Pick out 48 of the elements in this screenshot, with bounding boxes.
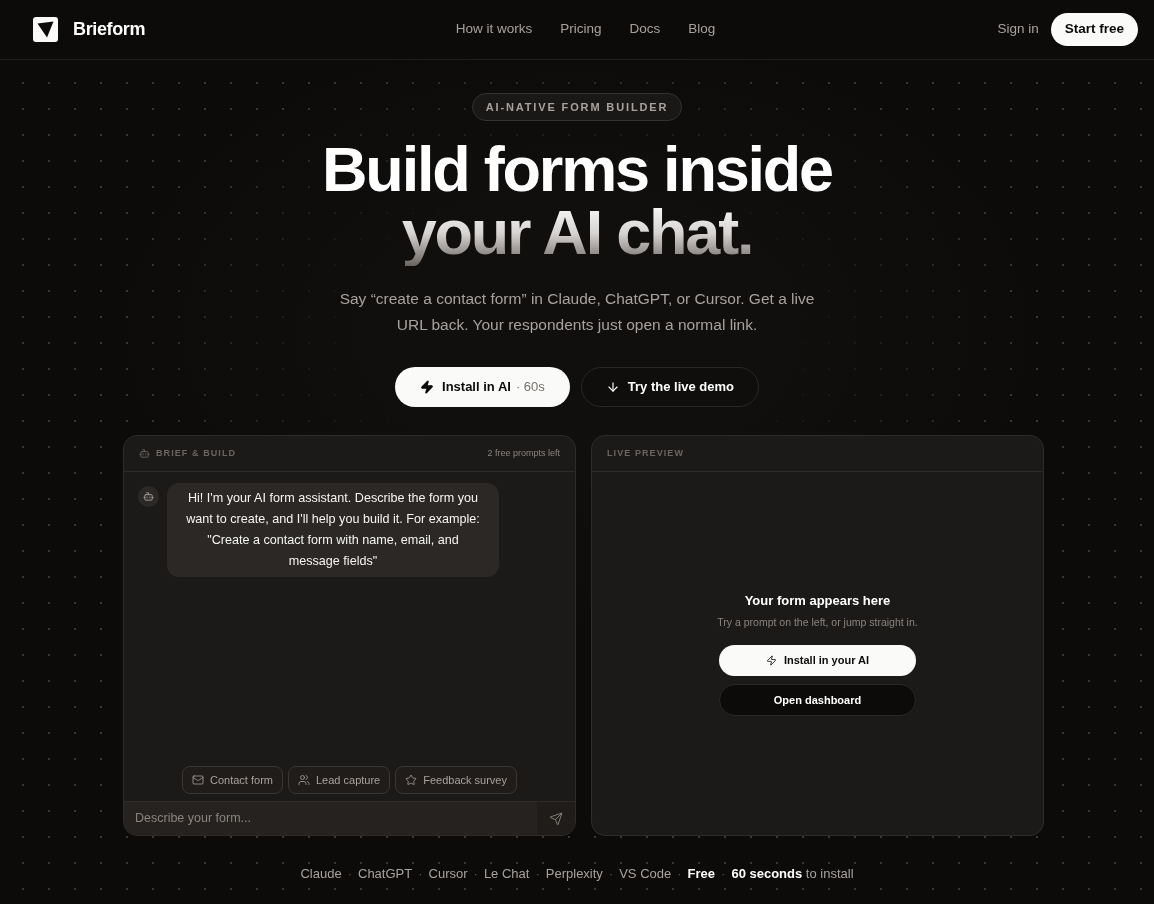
empty-state-title: Your form appears here — [744, 591, 891, 610]
platform-name: Cursor — [428, 865, 468, 883]
panel-title: BRIEF & BUILD — [156, 446, 237, 460]
platform-name: Claude — [300, 865, 342, 883]
separator: · — [418, 865, 423, 883]
people-icon — [298, 774, 310, 786]
assistant-message: Hi! I'm your AI form assistant. Describe the form you want to create, and I'll help you build it. For example: "Create a contact form with name, email, and message fields" — [167, 483, 499, 577]
start-free-button[interactable]: Start free — [1050, 13, 1138, 46]
send-icon — [549, 811, 563, 826]
nav-link[interactable]: Docs — [629, 19, 661, 40]
bot-avatar-icon — [138, 486, 159, 507]
lightning-icon — [420, 380, 434, 394]
platform-name: ChatGPT — [358, 865, 413, 883]
logo-icon — [33, 17, 58, 42]
install-button[interactable]: Install in AI · 60s — [395, 367, 570, 407]
star-icon — [405, 774, 418, 786]
category-badge: AI-NATIVE FORM BUILDER — [471, 93, 683, 121]
separator: · — [608, 865, 614, 883]
nav-link[interactable]: How it works — [455, 19, 533, 40]
prompt-input-field[interactable]: Describe your form... — [124, 802, 537, 835]
live-demo-button[interactable]: Try the live demo — [580, 367, 759, 407]
platform-name: VS Code — [619, 865, 672, 883]
empty-state-hint: Try a prompt on the left, or jump straight in. — [717, 615, 918, 631]
suggestion-chip[interactable]: Contact form — [182, 766, 283, 794]
free-label: Free — [687, 865, 716, 883]
lightning-icon — [765, 655, 777, 667]
install-in-ai-button[interactable]: Install in your AI — [719, 645, 916, 677]
nav-link[interactable]: Blog — [688, 19, 716, 40]
bot-icon — [139, 448, 150, 459]
suggestion-chip[interactable]: Feedback survey — [395, 766, 517, 794]
nav-link[interactable]: Pricing — [560, 19, 602, 40]
separator: · — [721, 865, 726, 883]
arrow-down-icon — [605, 380, 620, 394]
separator: · — [677, 865, 682, 883]
brand-name[interactable]: Brieform — [73, 16, 146, 43]
prompts-left-counter: 2 free prompts left — [487, 446, 560, 460]
separator: · — [535, 865, 540, 883]
panel-title: LIVE PREVIEW — [607, 446, 684, 460]
platform-name: Perplexity — [545, 865, 603, 883]
install-time-note: 60 seconds to install — [731, 865, 854, 883]
separator: · — [347, 865, 352, 883]
suggestion-chip[interactable]: Lead capture — [288, 766, 391, 794]
open-dashboard-button[interactable]: Open dashboard — [719, 684, 916, 717]
platform-name: Le Chat — [483, 865, 530, 883]
envelope-icon — [192, 774, 204, 786]
sign-in-link[interactable]: Sign in — [997, 19, 1039, 40]
separator: · — [473, 865, 478, 883]
hero-subtitle: Say “create a contact form” in Claude, ChatGPT, or Cursor. Get a live URL back. Your respondents just open a normal link. — [338, 289, 816, 335]
